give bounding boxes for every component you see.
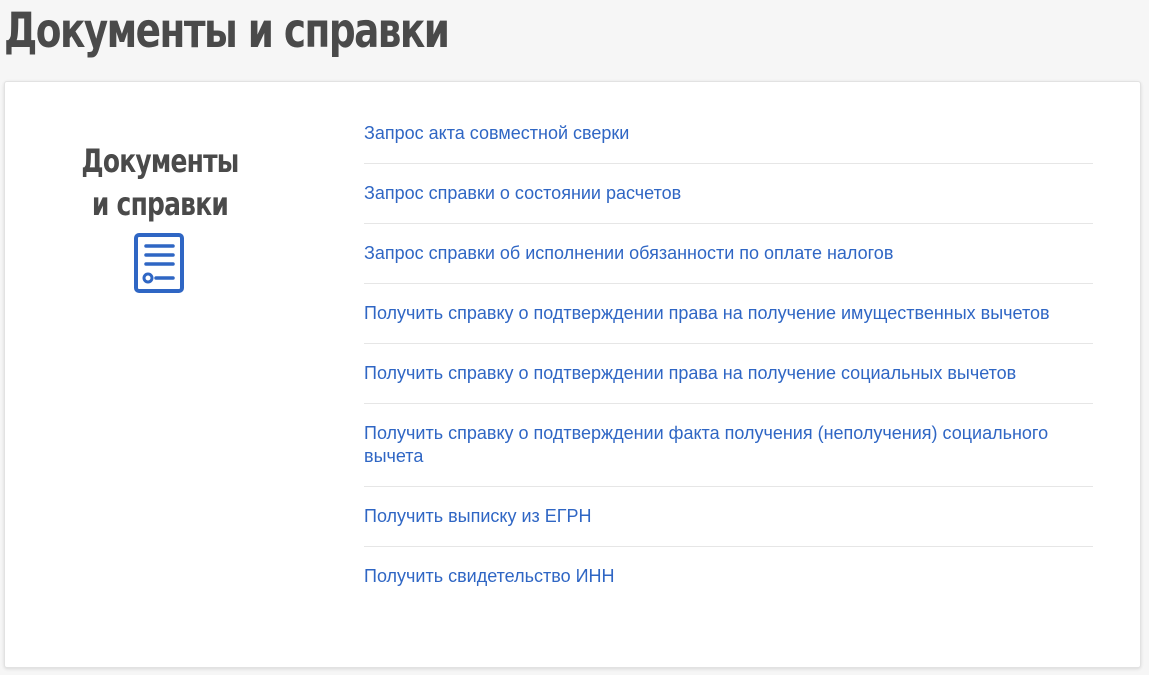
link-tax-obligation[interactable]: Запрос справки об исполнении обязанности… bbox=[364, 242, 1093, 265]
section-header: Документы и справки bbox=[45, 140, 275, 294]
link-social-deduction[interactable]: Получить справку о подтверждении права н… bbox=[364, 362, 1093, 385]
link-act-reconciliation[interactable]: Запрос акта совместной сверки bbox=[364, 122, 1093, 145]
list-item: Получить справку о подтверждении права н… bbox=[364, 284, 1093, 344]
documents-card: Документы и справки Запрос акта совместн… bbox=[4, 81, 1141, 668]
document-list-icon bbox=[134, 233, 184, 293]
list-item: Запрос акта совместной сверки bbox=[364, 104, 1093, 164]
list-item: Запрос справки об исполнении обязанности… bbox=[364, 224, 1093, 284]
link-egrn-extract[interactable]: Получить выписку из ЕГРН bbox=[364, 505, 1093, 528]
list-item: Запрос справки о состоянии расчетов bbox=[364, 164, 1093, 224]
section-title: Документы и справки bbox=[81, 142, 239, 223]
page-title: Документы и справки bbox=[4, 3, 450, 59]
list-item: Получить справку о подтверждении права н… bbox=[364, 344, 1093, 404]
link-settlement-status[interactable]: Запрос справки о состоянии расчетов bbox=[364, 182, 1093, 205]
list-item: Получить свидетельство ИНН bbox=[364, 547, 1093, 606]
document-links-list: Запрос акта совместной сверки Запрос спр… bbox=[364, 104, 1093, 606]
link-social-deduction-fact[interactable]: Получить справку о подтверждении факта п… bbox=[364, 422, 1093, 468]
list-item: Получить выписку из ЕГРН bbox=[364, 487, 1093, 547]
list-item: Получить справку о подтверждении факта п… bbox=[364, 404, 1093, 487]
link-property-deduction[interactable]: Получить справку о подтверждении права н… bbox=[364, 302, 1093, 325]
link-inn-certificate[interactable]: Получить свидетельство ИНН bbox=[364, 565, 1093, 588]
